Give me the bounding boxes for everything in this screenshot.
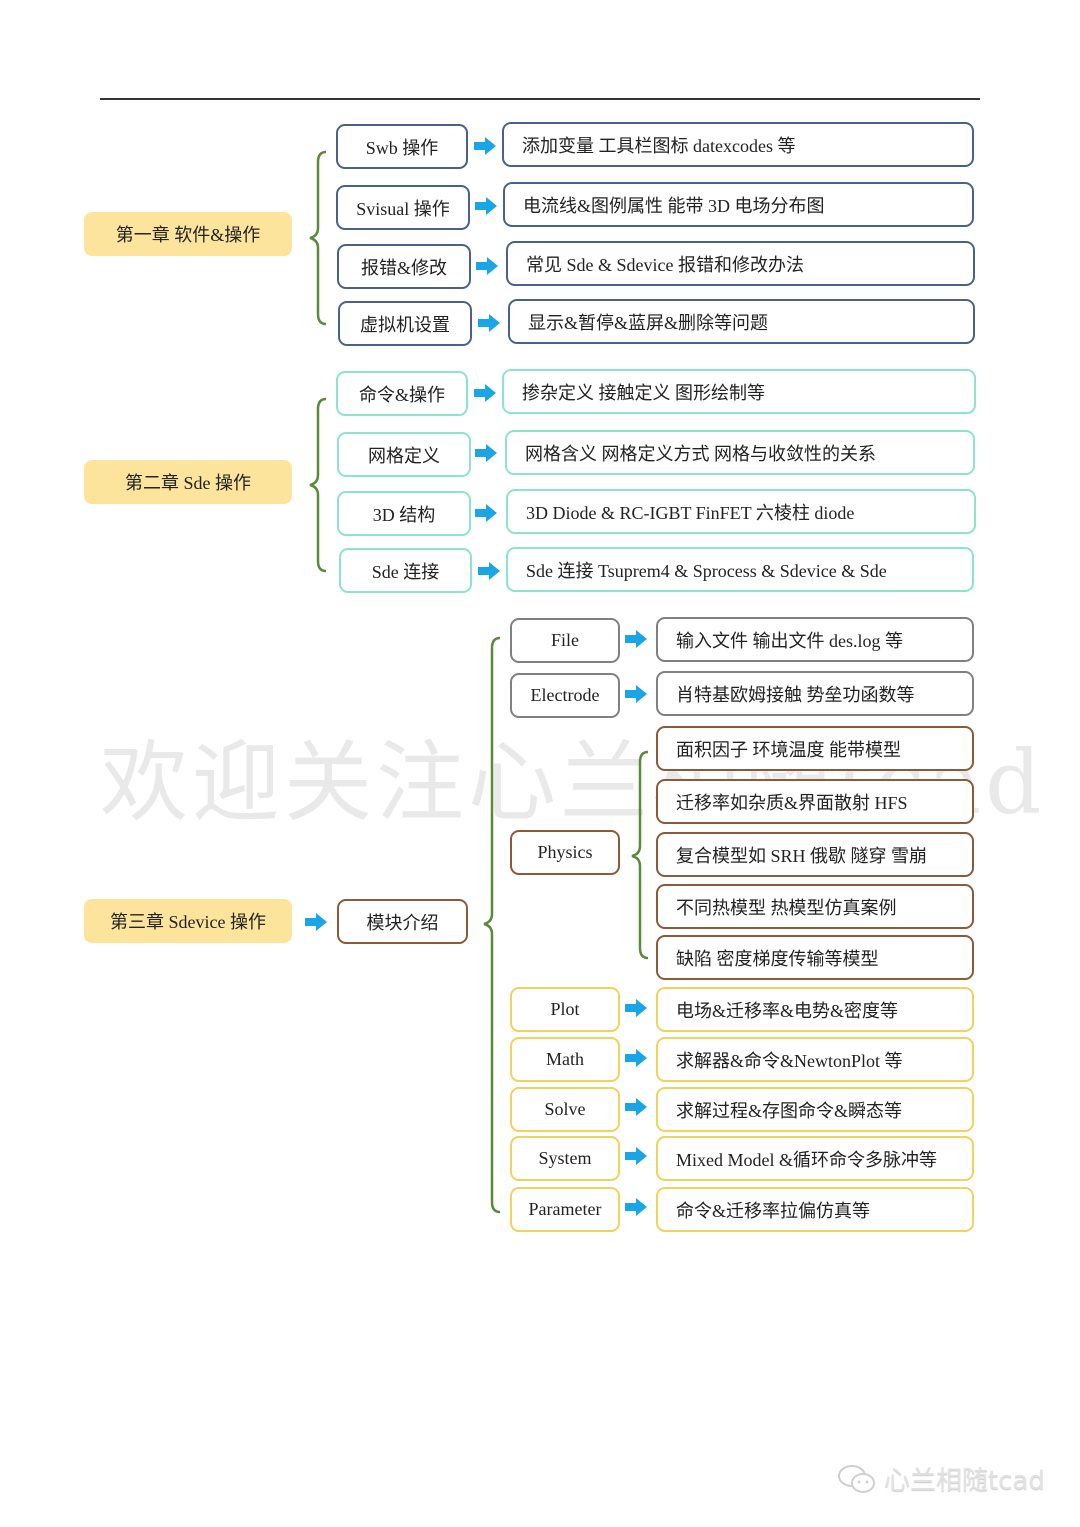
footer-brand-text: 心兰相随tcad	[884, 1466, 1045, 1496]
chapter-2-brace	[309, 397, 327, 573]
chapter-3-title: 第三章 Sdevice 操作	[84, 899, 292, 943]
right-arrow-icon	[625, 1198, 647, 1216]
chapter-2-node-3d[interactable]: 3D 结构	[337, 491, 471, 536]
chapter-2-detail-sde-link: Sde 连接 Tsuprem4 & Sprocess & Sdevice & S…	[506, 547, 974, 592]
right-arrow-icon	[476, 257, 498, 275]
right-arrow-icon	[305, 913, 327, 931]
module-detail-file: 输入文件 输出文件 des.log 等	[656, 617, 974, 662]
module-node-physics[interactable]: Physics	[510, 830, 620, 875]
physics-detail-1: 面积因子 环境温度 能带模型	[656, 726, 974, 771]
chapter-1-node-svisual[interactable]: Svisual 操作	[336, 185, 470, 230]
chapter-1-node-swb[interactable]: Swb 操作	[336, 124, 468, 169]
chapter-1-title: 第一章 软件&操作	[84, 212, 292, 256]
right-arrow-icon	[625, 999, 647, 1017]
physics-detail-3: 复合模型如 SRH 俄歇 隧穿 雪崩	[656, 832, 974, 877]
right-arrow-icon	[625, 685, 647, 703]
physics-brace	[631, 750, 649, 960]
module-node-file[interactable]: File	[510, 618, 620, 663]
physics-detail-4: 不同热模型 热模型仿真案例	[656, 884, 974, 929]
right-arrow-icon	[474, 137, 496, 155]
chapter-2-node-commands[interactable]: 命令&操作	[336, 371, 468, 416]
module-detail-electrode: 肖特基欧姆接触 势垒功函数等	[656, 671, 974, 716]
footer-brand: 心兰相随tcad	[836, 1460, 1045, 1497]
right-arrow-icon	[475, 444, 497, 462]
chapter-1-detail-swb: 添加变量 工具栏图标 datexcodes 等	[502, 122, 974, 167]
wechat-icon	[838, 1464, 875, 1493]
right-arrow-icon	[625, 1147, 647, 1165]
right-arrow-icon	[625, 1098, 647, 1116]
physics-detail-2: 迁移率如杂质&界面散射 HFS	[656, 779, 974, 824]
chapter-2-detail-commands: 掺杂定义 接触定义 图形绘制等	[502, 369, 976, 414]
chapter-3-module-node[interactable]: 模块介绍	[337, 899, 468, 944]
chapter-1-brace	[309, 150, 327, 326]
module-node-math[interactable]: Math	[510, 1037, 620, 1082]
right-arrow-icon	[478, 562, 500, 580]
right-arrow-icon	[475, 197, 497, 215]
right-arrow-icon	[474, 384, 496, 402]
module-detail-plot: 电场&迁移率&电势&密度等	[656, 987, 974, 1032]
module-node-plot[interactable]: Plot	[510, 987, 620, 1032]
module-detail-math: 求解器&命令&NewtonPlot 等	[656, 1037, 974, 1082]
right-arrow-icon	[625, 1049, 647, 1067]
chapter-1-node-errors[interactable]: 报错&修改	[337, 244, 471, 289]
header-rule	[100, 98, 980, 100]
chapter-1-detail-svisual: 电流线&图例属性 能带 3D 电场分布图	[503, 182, 974, 227]
module-node-solve[interactable]: Solve	[510, 1087, 620, 1132]
module-detail-system: Mixed Model &循环命令多脉冲等	[656, 1136, 974, 1181]
chapter-2-detail-3d: 3D Diode & RC-IGBT FinFET 六棱柱 diode	[506, 489, 976, 534]
chapter-1-node-vm[interactable]: 虚拟机设置	[338, 301, 472, 346]
chapter-2-detail-mesh: 网格含义 网格定义方式 网格与收敛性的关系	[505, 430, 975, 475]
right-arrow-icon	[478, 314, 500, 332]
chapter-1-detail-errors: 常见 Sde & Sdevice 报错和修改办法	[506, 241, 975, 286]
chapter-2-node-mesh[interactable]: 网格定义	[337, 432, 471, 477]
module-node-electrode[interactable]: Electrode	[510, 673, 620, 718]
chapter-2-title: 第二章 Sde 操作	[84, 460, 292, 504]
right-arrow-icon	[475, 504, 497, 522]
module-detail-solve: 求解过程&存图命令&瞬态等	[656, 1087, 974, 1132]
chapter-1-detail-vm: 显示&暂停&蓝屏&删除等问题	[508, 299, 975, 344]
module-node-system[interactable]: System	[510, 1136, 620, 1181]
module-node-parameter[interactable]: Parameter	[510, 1187, 620, 1232]
chapter-2-node-sde-link[interactable]: Sde 连接	[339, 548, 472, 593]
right-arrow-icon	[625, 630, 647, 648]
module-detail-parameter: 命令&迁移率拉偏仿真等	[656, 1187, 974, 1232]
physics-detail-5: 缺陷 密度梯度传输等模型	[656, 935, 974, 980]
chapter-3-brace	[483, 636, 501, 1214]
